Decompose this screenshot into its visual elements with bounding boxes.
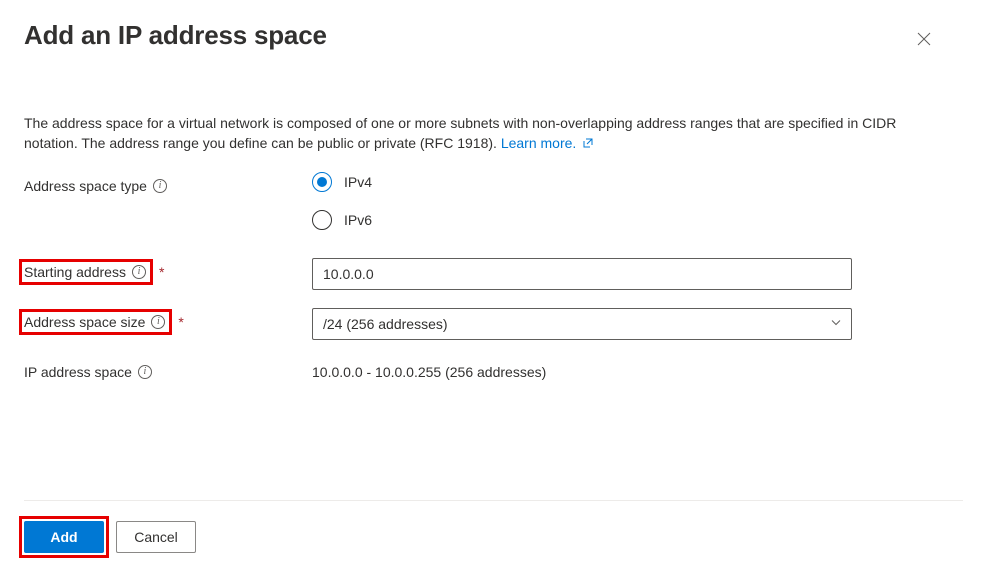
- address-space-size-select[interactable]: /24 (256 addresses): [312, 308, 852, 340]
- highlight-starting-address: Starting address i: [19, 259, 153, 285]
- header: Add an IP address space: [24, 20, 963, 55]
- footer: Add Cancel: [24, 521, 196, 553]
- add-button[interactable]: Add: [24, 521, 104, 553]
- external-link-icon: [582, 134, 594, 154]
- info-icon[interactable]: i: [151, 315, 165, 329]
- label-address-space-size: Address space size i *: [24, 308, 312, 330]
- info-icon[interactable]: i: [132, 265, 146, 279]
- form: Address space type i IPv4 IPv6 Starting …: [24, 172, 963, 380]
- select-value: /24 (256 addresses): [323, 316, 448, 332]
- learn-more-link[interactable]: Learn more.: [501, 135, 594, 151]
- row-address-space-size: Address space size i * /24 (256 addresse…: [24, 308, 963, 340]
- panel-description: The address space for a virtual network …: [24, 113, 944, 154]
- ip-address-space-panel: Add an IP address space The address spac…: [0, 0, 987, 571]
- address-space-type-options: IPv4 IPv6: [312, 172, 852, 248]
- info-icon[interactable]: i: [153, 179, 167, 193]
- highlight-add-button: Add: [19, 516, 109, 558]
- row-ip-address-space: IP address space i 10.0.0.0 - 10.0.0.255…: [24, 358, 963, 380]
- starting-address-input[interactable]: [312, 258, 852, 290]
- label-ip-address-space: IP address space i: [24, 358, 312, 380]
- label-starting-address: Starting address i *: [24, 258, 312, 280]
- radio-icon: [312, 210, 332, 230]
- info-icon[interactable]: i: [138, 365, 152, 379]
- ip-address-space-value: 10.0.0.0 - 10.0.0.255 (256 addresses): [312, 358, 852, 380]
- description-text: The address space for a virtual network …: [24, 115, 896, 151]
- row-address-space-type: Address space type i IPv4 IPv6: [24, 172, 963, 248]
- radio-ipv6[interactable]: IPv6: [312, 210, 852, 230]
- required-asterisk: *: [178, 314, 183, 330]
- required-asterisk: *: [159, 264, 164, 280]
- footer-separator: [24, 500, 963, 501]
- radio-icon: [312, 172, 332, 192]
- highlight-address-space-size: Address space size i: [19, 309, 172, 335]
- label-address-space-type: Address space type i: [24, 172, 312, 194]
- close-icon[interactable]: [909, 26, 939, 55]
- cancel-button[interactable]: Cancel: [116, 521, 196, 553]
- row-starting-address: Starting address i *: [24, 258, 963, 290]
- radio-ipv4[interactable]: IPv4: [312, 172, 852, 192]
- panel-title: Add an IP address space: [24, 20, 327, 51]
